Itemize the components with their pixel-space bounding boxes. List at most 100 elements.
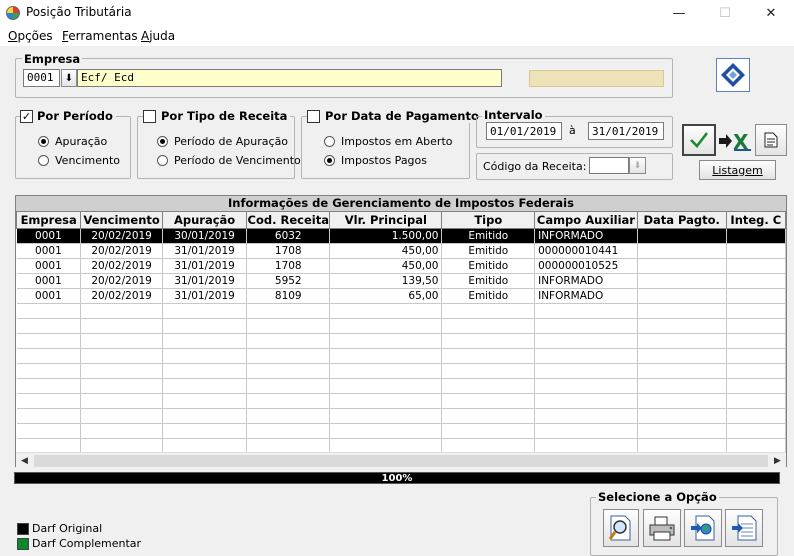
close-button[interactable]: ✕ <box>748 0 794 27</box>
send-web-button[interactable] <box>684 509 722 547</box>
table-row[interactable]: 0001 20/02/2019 31/01/2019 1708 450,00 Emitid… <box>16 258 786 274</box>
table-cell <box>441 423 536 439</box>
table-row[interactable]: 0001 20/02/2019 31/01/2019 8109 65,00 Emitido… <box>16 288 786 304</box>
radio-apuracao-dot[interactable] <box>38 136 49 147</box>
empty-row[interactable] <box>16 363 786 379</box>
column-header[interactable]: Cod. Receita <box>246 212 331 229</box>
por-periodo-checkbox[interactable]: ✓ <box>20 109 33 123</box>
por-data-pagamento-toggle[interactable]: Por Data de Pagamento <box>307 109 482 123</box>
column-header[interactable]: Data Pagto. <box>636 212 727 229</box>
radio-vencimento-label: Vencimento <box>55 154 121 167</box>
por-tipo-receita-label: Por Tipo de Receita <box>161 109 288 123</box>
preview-button[interactable] <box>603 509 639 547</box>
table-cell: INFORMADO <box>534 273 638 289</box>
table-cell <box>534 438 638 454</box>
table-row[interactable]: 0001 20/02/2019 31/01/2019 1708 450,00 Emitid… <box>16 243 786 259</box>
column-header[interactable]: Vencimento <box>80 212 163 229</box>
export-file-button[interactable] <box>725 509 763 547</box>
selecione-opcao-label: Selecione a Opção <box>596 490 719 504</box>
radio-impostos-pagos-dot[interactable] <box>324 155 335 166</box>
table-cell <box>637 423 727 439</box>
radio-periodo-apuracao-label: Período de Apuração <box>174 135 289 148</box>
table-cell: 1.500,00 <box>329 228 443 244</box>
empty-row[interactable] <box>16 378 786 394</box>
table-row[interactable]: 0001 20/02/2019 31/01/2019 5952 139,50 Emitid… <box>16 273 786 289</box>
table-cell <box>726 408 786 424</box>
scroll-right-icon[interactable]: ▶ <box>769 453 786 469</box>
table-cell: 000000010441 <box>534 243 638 259</box>
date-from-input[interactable] <box>486 122 562 140</box>
column-header[interactable]: Apuração <box>161 212 248 229</box>
table-cell: 31/01/2019 <box>162 243 248 259</box>
empresa-code-field[interactable]: 0001 <box>23 69 60 87</box>
scroll-left-icon[interactable]: ◀ <box>16 453 33 469</box>
empty-row[interactable] <box>16 408 786 424</box>
magnifier-document-icon <box>608 515 631 541</box>
empty-row[interactable] <box>16 423 786 439</box>
grid-header-row: Empresa Vencimento Apuração Cod. Receita Vlr… <box>16 212 786 229</box>
download-arrow-icon: ⬇ <box>633 160 642 171</box>
empresa-lookup-button[interactable]: ⬇ <box>61 69 77 87</box>
por-tipo-receita-checkbox[interactable] <box>143 109 156 123</box>
empty-row[interactable] <box>16 303 786 319</box>
codigo-receita-input[interactable] <box>589 157 629 174</box>
radio-periodo-vencimento-dot[interactable] <box>157 155 168 166</box>
empty-row[interactable] <box>16 318 786 334</box>
table-cell <box>637 408 727 424</box>
table-cell <box>329 303 443 319</box>
table-cell: 6032 <box>246 228 331 244</box>
table-cell <box>534 363 638 379</box>
menu-opcoes[interactable]: Opções <box>8 29 53 43</box>
radio-impostos-pagos[interactable]: Impostos Pagos <box>324 154 427 167</box>
table-cell: INFORMADO <box>534 228 638 244</box>
table-cell <box>16 318 82 334</box>
empresa-name-field[interactable]: Ecf/ Ecd <box>77 69 502 87</box>
table-cell: 0001 <box>16 258 82 274</box>
table-cell: Emitido <box>441 228 536 244</box>
report-button[interactable] <box>755 124 787 156</box>
table-cell <box>162 393 248 409</box>
table-cell: 8109 <box>246 288 331 304</box>
empty-row[interactable] <box>16 348 786 364</box>
table-cell <box>162 318 248 334</box>
minimize-button[interactable]: — <box>656 0 702 27</box>
legend-darf-complementar: Darf Complementar <box>17 537 141 550</box>
radio-periodo-vencimento[interactable]: Período de Vencimento <box>157 154 301 167</box>
table-cell <box>441 333 536 349</box>
table-cell: 20/02/2019 <box>80 288 163 304</box>
radio-vencimento-dot[interactable] <box>38 155 49 166</box>
table-cell <box>16 393 82 409</box>
table-row[interactable]: 0001 20/02/2019 30/01/2019 6032 1.500,00 Emit… <box>16 228 786 244</box>
radio-vencimento[interactable]: Vencimento <box>38 154 120 167</box>
confirm-button[interactable] <box>682 124 716 156</box>
radio-impostos-aberto[interactable]: Impostos em Aberto <box>324 135 453 148</box>
column-header[interactable]: Integ. C <box>725 212 786 229</box>
por-periodo-toggle[interactable]: ✓ Por Período <box>20 109 116 123</box>
table-cell <box>80 423 163 439</box>
table-cell <box>162 423 248 439</box>
scroll-thumb[interactable] <box>34 455 768 467</box>
menu-ferramentas[interactable]: Ferramentas <box>62 29 138 43</box>
table-cell <box>534 348 638 364</box>
print-button[interactable] <box>643 509 681 547</box>
radio-periodo-apuracao-dot[interactable] <box>157 136 168 147</box>
empresa-label: Empresa <box>22 52 83 66</box>
listagem-button[interactable]: Listagem <box>699 160 776 180</box>
empty-row[interactable] <box>16 438 786 454</box>
column-header[interactable]: Empresa <box>16 212 82 229</box>
codigo-receita-lookup-button[interactable]: ⬇ <box>629 157 646 174</box>
radio-periodo-apuracao[interactable]: Período de Apuração <box>157 135 288 148</box>
column-header[interactable]: Vlr. Principal <box>329 212 443 229</box>
radio-impostos-aberto-dot[interactable] <box>324 136 335 147</box>
empty-row[interactable] <box>16 333 786 349</box>
date-to-input[interactable] <box>588 122 664 140</box>
menu-ajuda[interactable]: Ajuda <box>141 29 175 43</box>
horizontal-scrollbar[interactable]: ◀ ▶ <box>16 452 786 468</box>
column-header[interactable]: Campo Auxiliar <box>534 212 638 229</box>
export-excel-button[interactable]: X <box>718 126 752 156</box>
radio-apuracao[interactable]: Apuração <box>38 135 107 148</box>
por-tipo-receita-toggle[interactable]: Por Tipo de Receita <box>143 109 291 123</box>
por-data-pagamento-checkbox[interactable] <box>307 109 320 123</box>
empty-row[interactable] <box>16 393 786 409</box>
column-header[interactable]: Tipo <box>441 212 536 229</box>
